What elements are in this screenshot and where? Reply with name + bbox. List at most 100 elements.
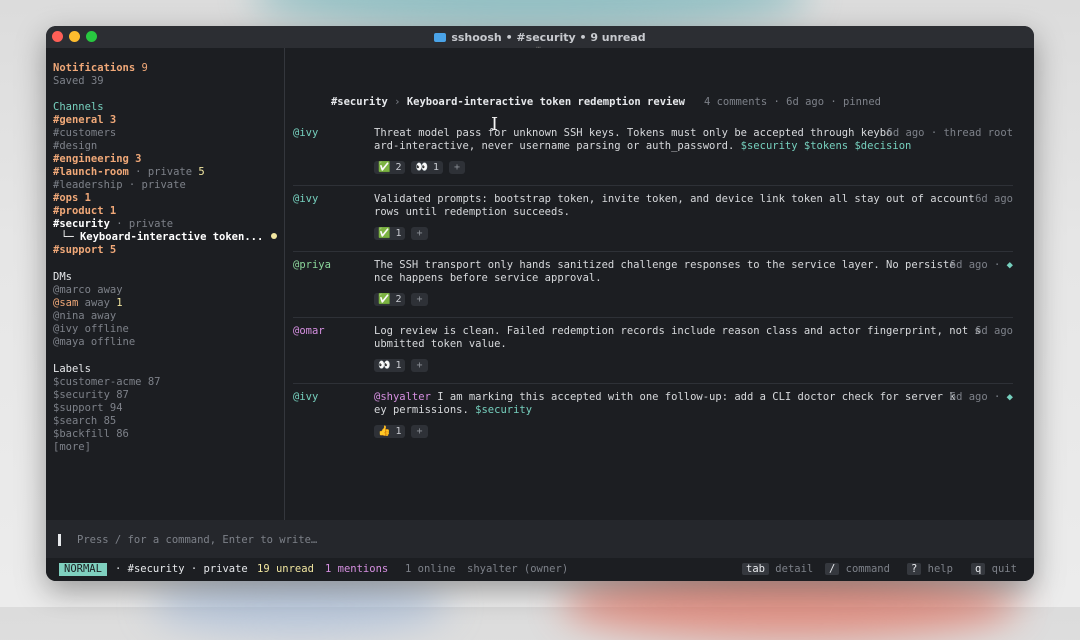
message-author[interactable]: @ivy	[293, 193, 318, 205]
reaction-eyes[interactable]: 👀 1	[411, 161, 443, 174]
message-author[interactable]: @priya	[293, 259, 331, 271]
reaction-check[interactable]: ✅ 2	[374, 161, 406, 174]
terminal-window: sshoosh • #security • 9 unread … Notific…	[46, 26, 1034, 581]
reaction-eyes[interactable]: 👀 1	[374, 359, 406, 372]
add-reaction-button[interactable]: +	[411, 359, 428, 372]
label-item[interactable]: $security 87	[53, 389, 129, 402]
channel-item-ops[interactable]: #ops 1	[53, 192, 91, 205]
dm-item-sam[interactable]: @sam away 1	[53, 297, 123, 310]
message-meta: 6d ago	[975, 325, 1013, 337]
label-item[interactable]: $backfill 86	[53, 428, 129, 441]
notifications-label: Notifications	[53, 62, 136, 74]
hint-quit[interactable]: q quit	[971, 563, 1017, 575]
message-body: Validated prompts: bootstrap token, invi…	[374, 193, 975, 219]
text-cursor-icon: I	[491, 114, 499, 135]
close-button[interactable]	[52, 31, 63, 42]
message-body: Log review is clean. Failed redemption r…	[374, 325, 981, 351]
channel-item-product[interactable]: #product 1	[53, 205, 116, 218]
message-body: Threat model pass for unknown SSH keys. …	[374, 127, 912, 153]
channel-item-launch-room[interactable]: #launch-room · private 5	[53, 166, 205, 179]
message-author[interactable]: @ivy	[293, 127, 318, 139]
message-meta: 6d ago · ◆	[949, 391, 1013, 403]
message-divider	[293, 317, 1013, 318]
add-reaction-button[interactable]: +	[411, 425, 428, 438]
channel-item-customers[interactable]: #customers	[53, 127, 116, 140]
breadcrumb-arrow-icon: ›	[394, 96, 401, 108]
thread-item-keyboard-interactive[interactable]: └─ Keyboard-interactive token...	[61, 231, 278, 244]
label-item[interactable]: $search 85	[53, 415, 116, 428]
check-emoji-icon: ✅	[378, 228, 391, 239]
thumbs-up-emoji-icon: 👍	[378, 426, 391, 437]
label-item[interactable]: $support 94	[53, 402, 123, 415]
label-item[interactable]: $customer-acme 87	[53, 376, 160, 389]
notifications-count: 9	[141, 62, 148, 74]
dm-item-ivy[interactable]: @ivy offline	[53, 323, 129, 336]
mode-indicator: NORMAL	[59, 563, 107, 576]
title-bar: sshoosh • #security • 9 unread …	[46, 26, 1034, 50]
status-channel: · #security · private	[115, 563, 248, 575]
message-divider	[293, 383, 1013, 384]
dms-heading: DMs	[53, 271, 72, 283]
saved-item[interactable]: Saved 39	[53, 75, 104, 88]
channel-item-support[interactable]: #support 5	[53, 244, 116, 257]
mention: @shyalter	[374, 391, 431, 403]
labels-more-link[interactable]: [more]	[53, 441, 91, 454]
add-reaction-button[interactable]: +	[411, 227, 428, 240]
background-blob	[150, 575, 450, 635]
dm-item-maya[interactable]: @maya offline	[53, 336, 135, 349]
reaction-bar: 👍 1 +	[374, 425, 428, 438]
pinned-diamond-icon: ◆	[1006, 391, 1013, 403]
thread-channel[interactable]: #security	[331, 96, 388, 108]
notifications-item[interactable]: Notifications 9	[53, 62, 148, 75]
thread-title: Keyboard-interactive token redemption re…	[406, 96, 685, 108]
sidebar: Notifications 9 Saved 39 Channels #gener…	[46, 48, 285, 520]
channel-item-leadership[interactable]: #leadership · private	[53, 179, 186, 192]
reaction-bar: ✅ 2 👀 1 +	[374, 161, 465, 174]
check-emoji-icon: ✅	[378, 162, 391, 173]
thread-view: #security › Keyboard-interactive token r…	[285, 48, 1034, 520]
folder-icon	[434, 32, 447, 42]
thread-meta: 4 comments · 6d ago · pinned	[703, 96, 881, 108]
saved-label: Saved	[53, 75, 85, 87]
hint-detail[interactable]: tab detail	[742, 563, 813, 575]
question-key: ?	[907, 563, 922, 575]
hint-help[interactable]: ? help	[907, 563, 953, 575]
status-bar: NORMAL · #security · private 19 unread 1…	[46, 558, 1034, 581]
minimize-button[interactable]	[69, 31, 80, 42]
saved-count: 39	[90, 75, 104, 87]
message-author[interactable]: @omar	[293, 325, 325, 337]
message-meta: 6d ago	[975, 193, 1013, 205]
message-body: @shyalter I am marking this accepted wit…	[374, 391, 956, 417]
message-divider	[293, 251, 1013, 252]
input-caret	[58, 534, 61, 546]
add-reaction-button[interactable]: +	[411, 293, 428, 306]
status-mentions: 1 mentions	[325, 563, 389, 575]
reaction-check[interactable]: ✅ 1	[374, 227, 406, 240]
message-tags: $security	[475, 404, 533, 417]
channel-item-security[interactable]: #security · private	[53, 218, 173, 231]
thread-header: #security › Keyboard-interactive token r…	[293, 84, 881, 120]
input-placeholder: Press / for a command, Enter to write…	[77, 534, 318, 546]
dm-item-nina[interactable]: @nina away	[53, 310, 116, 323]
hint-command[interactable]: / command	[825, 563, 890, 575]
unread-dot-icon	[271, 233, 278, 239]
channel-item-general[interactable]: #general 3	[53, 114, 116, 127]
window-title-text: sshoosh • #security • 9 unread	[451, 30, 646, 44]
message-meta: 6d ago · ◆	[949, 259, 1013, 271]
reaction-bar: ✅ 2 +	[374, 293, 428, 306]
message-author[interactable]: @ivy	[293, 391, 318, 403]
message-tags: $security $tokens $decision	[740, 140, 912, 153]
message-meta: 6d ago · thread root	[886, 127, 1013, 139]
window-controls	[52, 31, 97, 42]
dm-item-marco[interactable]: @marco away	[53, 284, 123, 297]
reaction-thumbs-up[interactable]: 👍 1	[374, 425, 406, 438]
channel-item-design[interactable]: #design	[53, 140, 97, 153]
command-input[interactable]: Press / for a command, Enter to write…	[46, 520, 1034, 558]
maximize-button[interactable]	[86, 31, 97, 42]
channel-item-engineering[interactable]: #engineering 3	[53, 153, 142, 166]
eyes-emoji-icon: 👀	[378, 360, 391, 371]
q-key: q	[971, 563, 986, 575]
reaction-check[interactable]: ✅ 2	[374, 293, 406, 306]
message-body: The SSH transport only hands sanitized c…	[374, 259, 956, 285]
add-reaction-button[interactable]: +	[448, 161, 465, 174]
